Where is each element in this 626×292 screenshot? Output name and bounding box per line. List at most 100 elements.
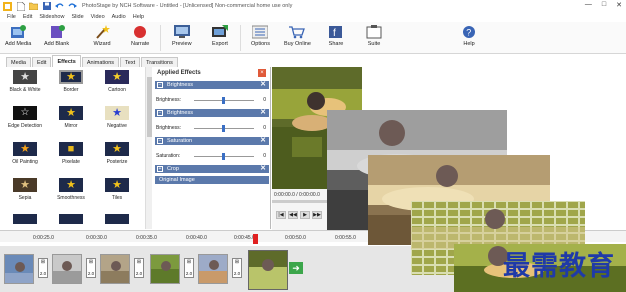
wizard-button[interactable]: Wizard (93, 24, 111, 47)
saturation-slider[interactable] (194, 153, 254, 160)
effect-border[interactable]: ★ Border (48, 70, 94, 93)
face-blur (379, 120, 405, 146)
effect-thumbnail: ★ (13, 70, 37, 84)
collapse-icon[interactable]: − (157, 82, 163, 88)
effect-thumbnail: ★ (105, 178, 129, 192)
effect-thumbnail (59, 214, 83, 224)
applied-effect-header[interactable]: − Brightness ✕ (155, 109, 269, 117)
effect-thumbnail: ★ (59, 106, 83, 120)
menu-slideshow[interactable]: Slideshow (39, 14, 64, 20)
export-icon (211, 24, 229, 39)
effect-sepia[interactable]: ★ Sepia (2, 178, 48, 201)
collapse-icon[interactable]: − (157, 110, 163, 116)
effect-thumbnail: ☆ (13, 106, 37, 120)
menu-edit[interactable]: Edit (23, 14, 32, 20)
brightness-slider[interactable] (194, 125, 254, 132)
transition-marker[interactable]: ⊞ 2.0 (86, 258, 96, 278)
add-media-button[interactable]: Add Media (5, 24, 31, 47)
effect-pixelate[interactable]: ■ Pixelate (48, 142, 94, 165)
preview-button[interactable]: Preview (172, 24, 192, 47)
transition-marker[interactable]: ⊞ 2.0 (38, 258, 48, 278)
export-button[interactable]: Export (211, 24, 229, 47)
close-button[interactable]: ✕ (616, 1, 622, 9)
applied-effect-header[interactable]: − Saturation ✕ (155, 137, 269, 145)
effect-param-row: Brightness: 0 (156, 97, 266, 104)
new-file-icon[interactable] (15, 1, 26, 11)
remove-effect-icon[interactable]: ✕ (260, 137, 266, 145)
effect-negative[interactable]: ★ Negative (94, 106, 140, 129)
minimize-button[interactable]: — (585, 1, 592, 9)
effect-thumbnail: ★ (13, 178, 37, 192)
add-to-end-icon[interactable]: ➜ (289, 262, 303, 274)
effect-cartoon[interactable]: ★ Cartoon (94, 70, 140, 93)
effect-partial-row[interactable] (48, 214, 94, 227)
tab-transitions[interactable]: Transitions (141, 57, 178, 67)
timeline-clip[interactable] (100, 254, 130, 284)
effects-scrollbar[interactable] (145, 67, 152, 229)
add-blank-button[interactable]: Add Blank (44, 24, 69, 47)
transition-marker[interactable]: ⊞ 2.0 (184, 258, 194, 278)
collapse-icon[interactable]: − (157, 138, 163, 144)
undo-icon[interactable] (54, 1, 65, 11)
tab-animations[interactable]: Animations (81, 57, 120, 67)
forward-icon[interactable]: ▶▶ (312, 211, 322, 219)
menu-help[interactable]: Help (133, 14, 144, 20)
timeline-playhead[interactable] (253, 234, 258, 244)
open-folder-icon[interactable] (28, 1, 39, 11)
scrollbar-thumb[interactable] (147, 77, 152, 137)
suite-button[interactable]: Suite (365, 24, 383, 47)
effect-posterize[interactable]: ★ Posterize (94, 142, 140, 165)
collapse-icon[interactable]: + (157, 166, 163, 172)
applied-effect-header[interactable]: + Crop ✕ (155, 165, 269, 173)
share-button[interactable]: f Share (327, 24, 345, 47)
effect-mirror[interactable]: ★ Mirror (48, 106, 94, 129)
menu-audio[interactable]: Audio (112, 14, 126, 20)
brightness-slider[interactable] (194, 97, 254, 104)
narrate-button[interactable]: Narrate (131, 24, 149, 47)
effect-oil-painting[interactable]: ★ Oil Painting (2, 142, 48, 165)
tab-edit[interactable]: Edit (31, 57, 52, 67)
tab-text[interactable]: Text (120, 57, 141, 67)
effect-edge-detection[interactable]: ☆ Edge Detection (2, 106, 48, 129)
effect-thumbnail (13, 214, 37, 224)
rewind-icon[interactable]: ◀◀ (288, 211, 298, 219)
menu-bar: File Edit Slideshow Slide Video Audio He… (0, 12, 626, 22)
remove-effect-icon[interactable]: ✕ (260, 109, 266, 117)
options-button[interactable]: Options (251, 24, 270, 47)
watermark-text: 最需教育 (503, 251, 615, 282)
timeline-clip[interactable] (150, 254, 180, 284)
timeline-clip[interactable] (198, 254, 228, 284)
effect-thumbnail: ★ (13, 142, 37, 156)
close-icon[interactable]: × (258, 69, 266, 77)
menu-video[interactable]: Video (91, 14, 105, 20)
effect-smoothness[interactable]: ★ Smoothness (48, 178, 94, 201)
buy-online-button[interactable]: Buy Online (284, 24, 311, 47)
transition-marker[interactable]: ⊞ 2.0 (232, 258, 242, 278)
help-button[interactable]: ? Help (460, 24, 478, 47)
ruler-tick: 0:00:25.0 (33, 235, 54, 241)
slider-handle[interactable] (222, 97, 225, 104)
effect-partial-row[interactable] (2, 214, 48, 227)
remove-effect-icon[interactable]: ✕ (260, 81, 266, 89)
slider-handle[interactable] (222, 153, 225, 160)
save-icon[interactable] (41, 1, 52, 11)
selected-timeline-clip[interactable] (248, 250, 288, 290)
maximize-button[interactable]: □ (602, 1, 606, 9)
skip-start-icon[interactable]: |◀ (276, 211, 286, 219)
timeline-clip[interactable] (52, 254, 82, 284)
menu-file[interactable]: File (7, 14, 16, 20)
menu-slide[interactable]: Slide (71, 14, 83, 20)
redo-icon[interactable] (67, 1, 78, 11)
tab-media[interactable]: Media (6, 57, 31, 67)
slider-handle[interactable] (222, 125, 225, 132)
effect-thumbnail: ★ (59, 178, 83, 192)
tab-effects[interactable]: Effects (52, 55, 81, 67)
effect-black-white[interactable]: ★ Black & White (2, 70, 48, 93)
transition-marker[interactable]: ⊞ 2.0 (134, 258, 144, 278)
play-icon[interactable]: ▶ (300, 211, 310, 219)
applied-effect-header[interactable]: − Brightness ✕ (155, 81, 269, 89)
effect-tiles[interactable]: ★ Tiles (94, 178, 140, 201)
remove-effect-icon[interactable]: ✕ (260, 165, 266, 173)
timeline-clip[interactable] (4, 254, 34, 284)
effect-partial-row[interactable] (94, 214, 140, 227)
